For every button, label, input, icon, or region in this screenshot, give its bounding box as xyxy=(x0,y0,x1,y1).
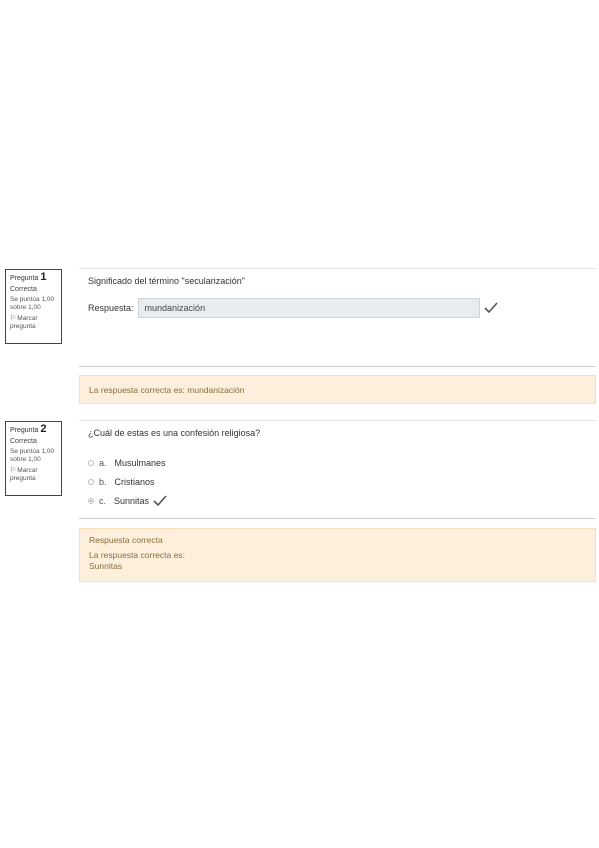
question-2-number: Pregunta 2 xyxy=(10,423,57,435)
question-number-prefix: Pregunta xyxy=(10,275,39,282)
question-2-text: ¿Cuál de estas es una confesión religios… xyxy=(88,428,261,438)
question-1-grade: Se puntúa 1,00 sobre 1,00 xyxy=(10,296,55,311)
right-answer-value: Sunnitas xyxy=(89,561,123,571)
option-label[interactable]: Sunnitas xyxy=(114,496,149,506)
specific-feedback: Respuesta correcta xyxy=(89,535,163,545)
question-1-info: Pregunta 1 Correcta Se puntúa 1,00 sobre… xyxy=(5,269,62,344)
option-a[interactable]: a. Musulmanes xyxy=(88,453,167,472)
option-letter: b. xyxy=(99,476,107,487)
question-2-content: ¿Cuál de estas es una confesión religios… xyxy=(79,420,596,519)
option-c[interactable]: c. Sunnitas xyxy=(88,491,167,510)
radio-button-selected[interactable] xyxy=(88,497,94,504)
flag-icon[interactable]: ⚐ xyxy=(10,315,16,322)
question-1-text: Significado del término "secularización" xyxy=(88,276,245,286)
question-number-prefix: Pregunta xyxy=(10,427,39,434)
question-1-flag[interactable]: ⚐Marcar pregunta xyxy=(10,315,57,331)
question-1-number: Pregunta 1 xyxy=(10,271,57,283)
flag-icon[interactable]: ⚐ xyxy=(10,467,16,474)
question-1-answer-row: Respuesta: mundanización xyxy=(88,298,498,318)
question-2-grade: Se puntúa 1,00 sobre 1,00 xyxy=(10,448,55,463)
answer-options: a. Musulmanes b. Cristianos c. Sunnitas xyxy=(88,453,167,510)
question-1-state: Correcta xyxy=(10,286,37,293)
right-answer: La respuesta correcta es: mundanización xyxy=(89,385,245,395)
option-label[interactable]: Musulmanes xyxy=(115,458,166,468)
question-number: 1 xyxy=(40,271,47,283)
option-label[interactable]: Cristianos xyxy=(115,477,155,487)
question-number: 2 xyxy=(40,423,47,435)
answer-label: Respuesta: xyxy=(88,303,134,313)
question-2-feedback: Respuesta correcta La respuesta correcta… xyxy=(79,528,596,582)
radio-button[interactable] xyxy=(88,459,94,466)
check-icon xyxy=(153,494,167,506)
option-b[interactable]: b. Cristianos xyxy=(88,472,167,491)
option-letter: a. xyxy=(99,457,107,468)
right-answer-label: La respuesta correcta es: xyxy=(89,550,185,560)
check-icon xyxy=(483,302,498,314)
question-2-flag[interactable]: ⚐Marcar pregunta xyxy=(10,467,57,483)
answer-field[interactable]: mundanización xyxy=(137,298,480,318)
question-1-feedback: La respuesta correcta es: mundanización xyxy=(79,375,596,404)
question-2-info: Pregunta 2 Correcta Se puntúa 1,00 sobre… xyxy=(5,421,62,496)
option-letter: c. xyxy=(99,495,107,506)
radio-button[interactable] xyxy=(88,478,94,485)
question-1-content: Significado del término "secularización"… xyxy=(79,268,596,367)
question-2-state: Correcta xyxy=(10,438,37,445)
